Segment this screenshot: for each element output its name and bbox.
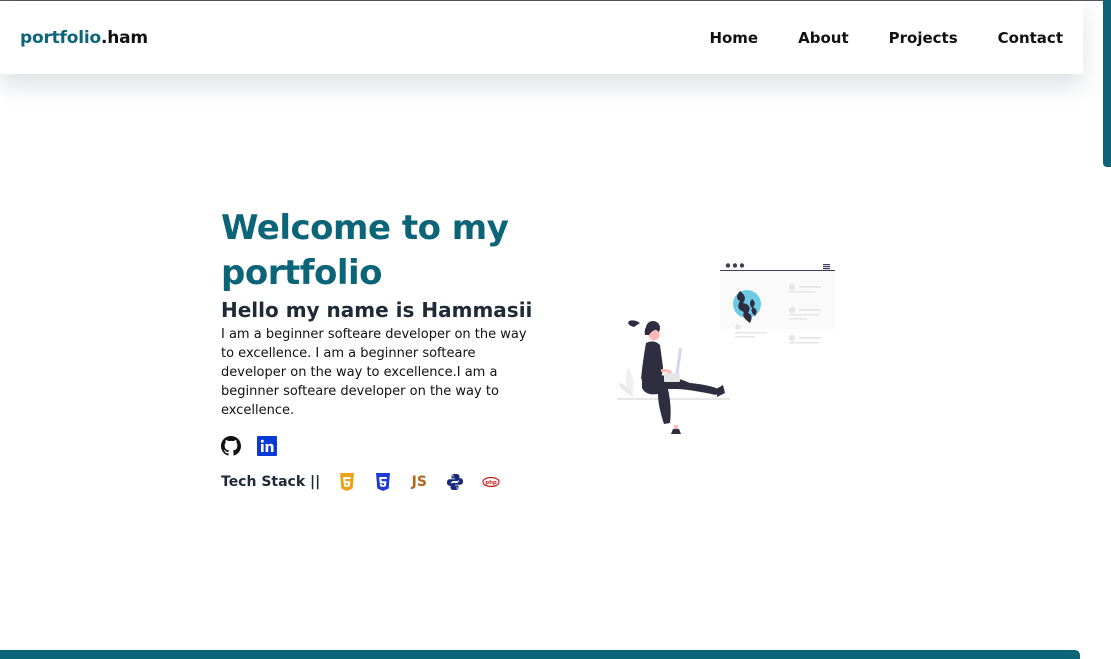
javascript-icon-label: JS — [411, 474, 427, 490]
tech-stack: Tech Stack || JS php — [221, 473, 541, 491]
javascript-icon: JS — [410, 473, 428, 491]
python-icon — [446, 473, 464, 491]
hero-subtitle: Hello my name is Hammasii — [221, 298, 533, 322]
developer-illustration — [617, 263, 835, 434]
nav-link-projects[interactable]: Projects — [889, 29, 958, 47]
navbar: portfolio.ham Home About Projects Contac… — [0, 1, 1083, 74]
hero-description: I am a beginner softeare developer on th… — [221, 327, 527, 418]
github-icon[interactable] — [221, 436, 241, 456]
site-logo[interactable]: portfolio.ham — [20, 28, 148, 48]
html5-icon — [338, 473, 356, 491]
nav-link-contact[interactable]: Contact — [998, 29, 1063, 47]
nav-link-about[interactable]: About — [798, 29, 849, 47]
bottom-scrollbar[interactable] — [0, 650, 1080, 659]
php-icon: php — [482, 473, 500, 491]
nav-link-home[interactable]: Home — [709, 29, 758, 47]
logo-accent-text: portfolio — [20, 27, 101, 48]
tech-stack-label: Tech Stack || — [221, 474, 321, 490]
linkedin-icon[interactable] — [257, 436, 277, 456]
hero-title: Welcome to my portfolio — [221, 208, 509, 293]
scrollbar-thumb[interactable] — [1103, 0, 1111, 167]
person-graphic — [628, 320, 725, 434]
plant-graphic — [618, 367, 634, 397]
nav-links: Home About Projects Contact — [669, 29, 1063, 47]
svg-text:php: php — [486, 480, 498, 486]
logo-rest-text: .ham — [100, 27, 148, 48]
css3-icon — [374, 473, 392, 491]
social-links — [221, 436, 541, 456]
hero-section: Welcome to my portfolio Hello my name is… — [221, 206, 541, 491]
